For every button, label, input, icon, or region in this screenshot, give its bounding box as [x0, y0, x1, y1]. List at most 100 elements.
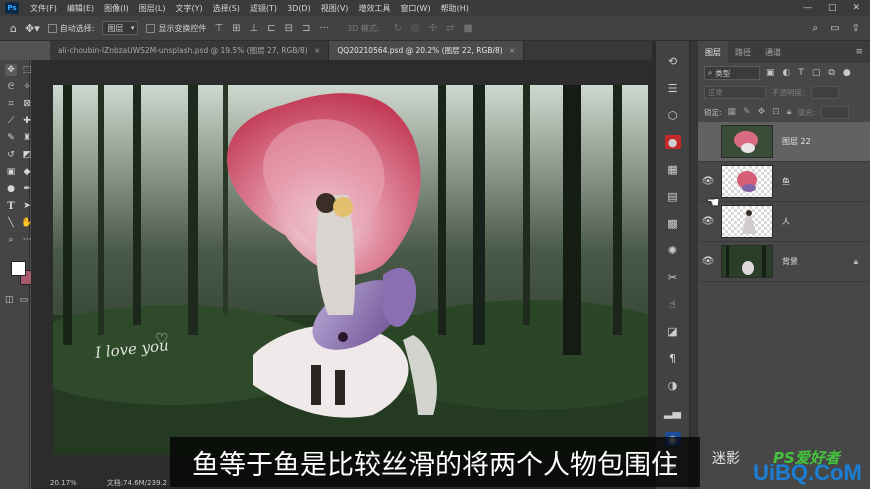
menu-file[interactable]: 文件(F): [25, 3, 62, 14]
timeline-panel-icon[interactable]: ◑: [665, 378, 681, 392]
brush-panel-icon[interactable]: ✺: [665, 243, 681, 257]
foreground-color-swatch[interactable]: [11, 261, 26, 276]
layer-name[interactable]: 人: [782, 216, 790, 227]
auto-select-dropdown[interactable]: 图层: [102, 21, 139, 35]
layer-name[interactable]: 背景: [782, 256, 798, 267]
gradient-tool-icon[interactable]: ▣: [5, 166, 17, 178]
menu-view[interactable]: 视图(V): [316, 3, 354, 14]
libraries-panel-icon[interactable]: ☝: [665, 297, 681, 311]
layer-filter-dropdown[interactable]: ⌕ 类型: [704, 66, 760, 80]
layer-row[interactable]: 👁︎ 背景 🔒︎: [698, 242, 870, 282]
eye-icon[interactable]: 👁︎: [698, 256, 718, 267]
panel-collapse-bar[interactable]: [690, 41, 698, 489]
tab-close-icon[interactable]: ×: [509, 46, 516, 55]
align-left-icon[interactable]: ⊏: [267, 23, 275, 34]
filter-toggle-icon[interactable]: ●: [843, 68, 851, 78]
show-transform-checkbox[interactable]: 显示变换控件: [146, 23, 206, 34]
type-filter-icon[interactable]: T: [798, 68, 804, 78]
history-panel-icon[interactable]: ⟲: [665, 54, 681, 68]
eyedropper-icon[interactable]: ⟋: [5, 115, 17, 127]
smart-filter-icon[interactable]: ⧉: [828, 68, 834, 78]
menu-help[interactable]: 帮助(H): [436, 3, 474, 14]
layer-name[interactable]: 图层 22: [782, 136, 811, 147]
dodge-tool-icon[interactable]: ●: [5, 183, 17, 195]
paragraph-panel-icon[interactable]: ¶: [665, 351, 681, 365]
3d-pan-icon[interactable]: ✣: [429, 23, 437, 34]
lock-artboard-icon[interactable]: ⊡: [772, 107, 780, 117]
3d-slide-icon[interactable]: ⇄: [446, 23, 454, 34]
eye-icon[interactable]: 👁︎: [698, 216, 718, 227]
workspace-icon[interactable]: ▭: [830, 23, 839, 34]
move-tool-icon[interactable]: ✥▾: [25, 22, 40, 35]
adjustments-panel-icon[interactable]: ☰: [665, 81, 681, 95]
home-icon[interactable]: ⌂: [10, 22, 17, 35]
panel-menu-icon[interactable]: ≡: [855, 47, 863, 57]
align-hcenter-icon[interactable]: ⊟: [285, 23, 293, 34]
lock-position-icon[interactable]: ✥: [758, 107, 766, 117]
line-tool-icon[interactable]: ╲: [5, 217, 17, 229]
menu-select[interactable]: 选择(S): [208, 3, 245, 14]
lasso-tool-icon[interactable]: ᘓ: [5, 81, 17, 93]
tab-channels[interactable]: 通道: [758, 41, 788, 63]
glyphs-panel-icon[interactable]: ◪: [665, 324, 681, 338]
3d-rotate-icon[interactable]: ↻: [393, 23, 401, 34]
more-options-icon[interactable]: ···: [319, 23, 329, 34]
brush-tool-icon[interactable]: ✎: [5, 132, 17, 144]
blend-mode-dropdown[interactable]: 正常: [704, 86, 766, 99]
color-panel-icon[interactable]: ●: [664, 135, 681, 149]
swatches-panel-icon[interactable]: ▦: [665, 162, 681, 176]
image-canvas[interactable]: [53, 85, 648, 455]
tools-preset-icon[interactable]: ✂: [665, 270, 681, 284]
search-icon[interactable]: ⌕: [813, 23, 819, 34]
align-bottom-icon[interactable]: ⊥: [250, 23, 259, 34]
align-top-icon[interactable]: ⊤: [214, 23, 223, 34]
shape-filter-icon[interactable]: ▢: [812, 68, 821, 78]
menu-window[interactable]: 窗口(W): [395, 3, 435, 14]
layer-row[interactable]: 👁︎ 人: [698, 202, 870, 242]
tab-paths[interactable]: 路径: [728, 41, 758, 63]
fill-input[interactable]: [821, 105, 850, 119]
menu-layer[interactable]: 图层(L): [134, 3, 171, 14]
lock-paint-icon[interactable]: ✎: [743, 107, 751, 117]
crop-tool-icon[interactable]: ⌗: [5, 98, 17, 110]
lock-pixels-icon[interactable]: ▦: [728, 107, 737, 117]
maximize-icon[interactable]: □: [828, 3, 837, 13]
eye-icon[interactable]: 👁︎: [698, 176, 718, 187]
3d-roll-icon[interactable]: ◎: [411, 23, 420, 34]
quick-mask-icon[interactable]: ◫: [5, 295, 14, 305]
type-tool-icon[interactable]: T: [5, 200, 17, 212]
close-icon[interactable]: ✕: [852, 3, 860, 13]
3d-scale-icon[interactable]: ■: [463, 23, 472, 34]
menu-edit[interactable]: 编辑(E): [62, 3, 99, 14]
minimize-icon[interactable]: —: [803, 3, 812, 13]
pixel-filter-icon[interactable]: ▣: [766, 68, 775, 78]
menu-image[interactable]: 图像(I): [99, 3, 134, 14]
tab-document-2[interactable]: QQ20210564.psd @ 20.2% (图层 22, RGB/8) ×: [329, 41, 525, 60]
layer-name[interactable]: 鱼: [782, 176, 790, 187]
menu-type[interactable]: 文字(Y): [170, 3, 207, 14]
layer-row[interactable]: 图层 22: [698, 122, 870, 162]
menu-filter[interactable]: 滤镜(T): [245, 3, 282, 14]
align-vcenter-icon[interactable]: ⊞: [232, 23, 240, 34]
share-icon[interactable]: ⇪: [852, 23, 860, 34]
patterns-panel-icon[interactable]: ▩: [665, 216, 681, 230]
opacity-input[interactable]: [810, 86, 839, 99]
menu-3d[interactable]: 3D(D): [282, 4, 316, 13]
menu-plugins[interactable]: 增效工具: [353, 3, 395, 14]
layer-row[interactable]: 👁︎ 鱼: [698, 162, 870, 202]
lock-all-icon[interactable]: 🔒︎: [787, 107, 792, 117]
zoom-level[interactable]: 20.17%: [50, 479, 77, 487]
3d-panel-icon[interactable]: ⬡: [665, 108, 681, 122]
tab-close-icon[interactable]: ×: [314, 46, 321, 55]
screen-mode-icon[interactable]: ▭: [20, 295, 29, 305]
tab-document-1[interactable]: ali-choubin-lZnbzaUWS2M-unsplash.psd @ 1…: [50, 41, 330, 60]
zoom-tool-icon[interactable]: ⌕: [5, 234, 17, 246]
auto-select-checkbox[interactable]: 自动选择:: [47, 23, 94, 34]
histogram-panel-icon[interactable]: ▂▄: [664, 405, 681, 419]
history-brush-icon[interactable]: ↺: [5, 149, 17, 161]
move-tool-icon[interactable]: ✥: [5, 64, 17, 76]
tab-layers[interactable]: 图层: [698, 41, 728, 63]
align-right-icon[interactable]: ⊐: [302, 23, 310, 34]
adjustment-filter-icon[interactable]: ◐: [783, 68, 791, 78]
gradients-panel-icon[interactable]: ▤: [665, 189, 681, 203]
